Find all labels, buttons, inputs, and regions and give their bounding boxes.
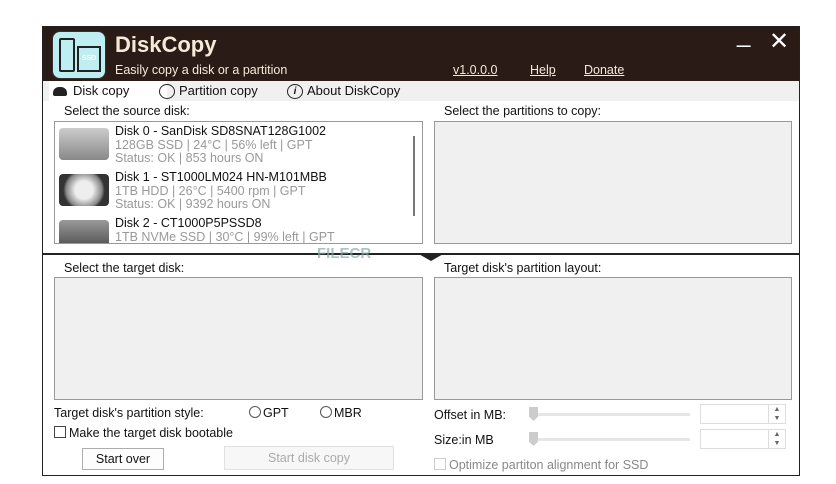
target-disk-label: Select the target disk: [64, 261, 185, 275]
size-slider[interactable] [529, 432, 690, 454]
version-link[interactable]: v1.0.0.0 [453, 63, 497, 77]
partitions-label: Select the partitions to copy: [444, 104, 602, 118]
disk-status: Status: OK | 853 hours ON [115, 151, 264, 165]
slider-thumb[interactable] [529, 407, 538, 421]
disk-title: Disk 1 - ST1000LM024 HN-M101MBB [115, 170, 327, 184]
drive-icon [53, 87, 67, 96]
source-disk-list[interactable]: Disk 0 - SanDisk SD8SNAT128G1002 128GB S… [54, 121, 423, 244]
nvme-icon [59, 220, 109, 243]
bootable-checkbox[interactable]: Make the target disk bootable [54, 426, 233, 440]
tab-partition-copy[interactable]: Partition copy [155, 81, 299, 101]
offset-spinner[interactable]: ▲ ▼ [700, 404, 786, 424]
partition-style-label: Target disk's partition style: [54, 406, 204, 420]
checkbox-icon [434, 458, 446, 470]
info-icon: i [287, 84, 303, 99]
arrow-down-icon [417, 253, 445, 261]
app-subtitle: Easily copy a disk or a partition [115, 63, 288, 77]
optimize-label: Optimize partiton alignment for SSD [449, 458, 649, 472]
radio-icon [249, 406, 261, 418]
scrollbar[interactable] [413, 136, 415, 216]
partition-layout-view[interactable] [434, 277, 792, 400]
hdd-icon [59, 174, 109, 206]
app-title: DiskCopy [115, 32, 217, 57]
disk-info: 1TB NVMe SSD | 30°C | 99% left | GPT [115, 230, 335, 244]
spinner-arrows-icon[interactable]: ▲ ▼ [768, 405, 785, 423]
tab-label: Partition copy [179, 83, 258, 98]
ssd-icon [59, 128, 109, 160]
disk-title: Disk 2 - CT1000P5PSSD8 [115, 216, 262, 230]
help-link[interactable]: Help [530, 63, 556, 77]
list-item[interactable]: Disk 2 - CT1000P5PSSD8 1TB NVMe SSD | 30… [59, 216, 399, 244]
spinner-arrows-icon[interactable]: ▲ ▼ [768, 430, 785, 448]
gpt-radio[interactable]: GPT [249, 406, 289, 420]
diskcopy-window: SSD DiskCopy Easily copy a disk or a par… [42, 21, 800, 476]
checkbox-icon [54, 426, 66, 438]
mbr-label: MBR [334, 406, 362, 420]
disk-status: Status: OK | 9392 hours ON [115, 197, 271, 211]
list-item[interactable]: Disk 1 - ST1000LM024 HN-M101MBB 1TB HDD … [59, 170, 399, 216]
tab-disk-copy[interactable]: Disk copy [49, 81, 167, 101]
optimize-checkbox[interactable]: Optimize partiton alignment for SSD [434, 458, 648, 472]
layout-label: Target disk's partition layout: [444, 261, 602, 275]
offset-label: Offset in MB: [434, 408, 507, 422]
source-disk-label: Select the source disk: [64, 104, 190, 118]
radio-icon [320, 406, 332, 418]
start-disk-copy-button[interactable]: Start disk copy [224, 446, 394, 470]
mbr-radio[interactable]: MBR [320, 406, 362, 420]
bootable-label: Make the target disk bootable [69, 426, 233, 440]
target-disk-list[interactable] [54, 277, 423, 400]
tab-about[interactable]: i About DiskCopy [283, 81, 443, 101]
close-button[interactable]: ✕ [769, 27, 789, 56]
disk-info: 128GB SSD | 24°C | 56% left | GPT [115, 138, 313, 152]
offset-slider[interactable] [529, 407, 690, 429]
list-item[interactable]: Disk 0 - SanDisk SD8SNAT128G1002 128GB S… [59, 124, 399, 170]
title-bar: SSD DiskCopy Easily copy a disk or a par… [43, 21, 799, 81]
partition-icon [159, 84, 175, 99]
disk-title: Disk 0 - SanDisk SD8SNAT128G1002 [115, 124, 326, 138]
partitions-list[interactable] [434, 121, 792, 244]
slider-thumb[interactable] [529, 432, 538, 446]
gpt-label: GPT [263, 406, 289, 420]
minimize-button[interactable]: _ [737, 21, 750, 49]
size-label: Size:in MB [434, 433, 494, 447]
app-logo-icon: SSD [52, 31, 106, 79]
watermark: FILECR [317, 245, 372, 262]
donate-link[interactable]: Donate [584, 63, 624, 77]
disk-info: 1TB HDD | 26°C | 5400 rpm | GPT [115, 184, 306, 198]
size-spinner[interactable]: ▲ ▼ [700, 429, 786, 449]
tab-label: Disk copy [73, 83, 130, 98]
tab-label: About DiskCopy [307, 83, 401, 98]
tab-bar: Disk copy Partition copy i About DiskCopy [43, 81, 799, 101]
start-over-button[interactable]: Start over [82, 448, 164, 470]
